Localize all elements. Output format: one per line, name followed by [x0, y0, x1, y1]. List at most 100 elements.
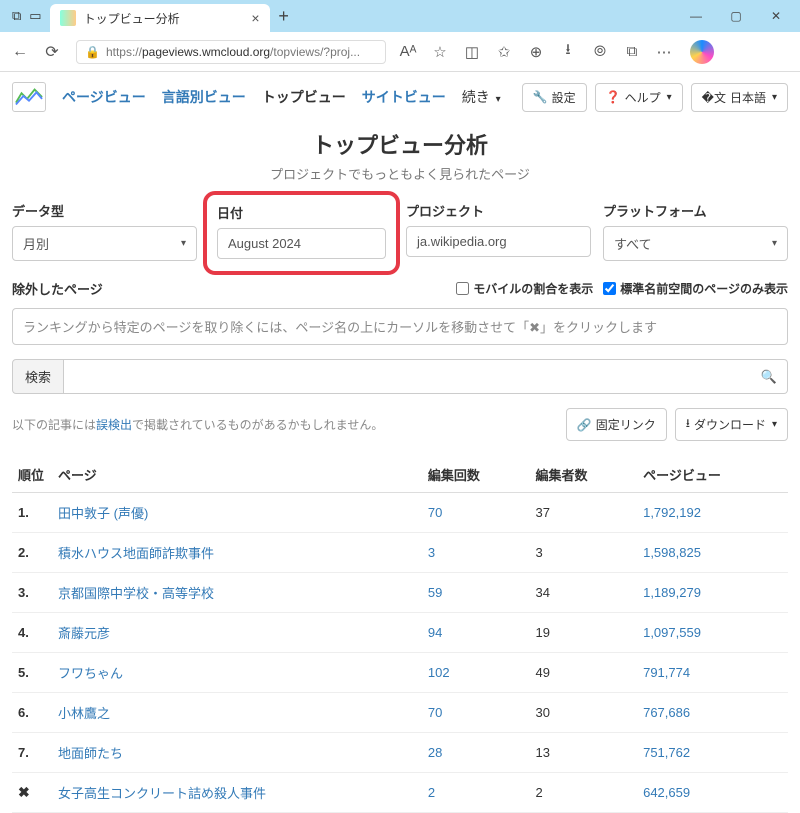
- screenshot-icon[interactable]: ⧉: [622, 43, 642, 60]
- results-table: 順位 ページ 編集回数 編集者数 ページビュー 1.田中敦子 (声優)70371…: [12, 457, 788, 813]
- workspace-icon[interactable]: ⧉: [12, 8, 21, 24]
- extensions-icon[interactable]: ⦾: [590, 43, 610, 60]
- favorites-icon[interactable]: ✩: [494, 43, 514, 61]
- tab-favicon-icon: [60, 10, 76, 26]
- views-link[interactable]: 791,774: [643, 665, 690, 680]
- th-editors[interactable]: 編集者数: [529, 457, 637, 493]
- page-link[interactable]: 田中敦子 (声優): [58, 506, 148, 521]
- nav-refresh-icon[interactable]: ⟳: [40, 42, 64, 62]
- search-icon: 🔍: [761, 369, 777, 385]
- th-page[interactable]: ページ: [52, 457, 422, 493]
- language-button[interactable]: �文日本語▾: [691, 83, 788, 112]
- page-link[interactable]: 斎藤元彦: [58, 626, 110, 641]
- download-icon: ⭳: [686, 414, 690, 435]
- falsepositive-link[interactable]: 誤検出: [96, 418, 132, 432]
- edits-link[interactable]: 3: [428, 545, 435, 560]
- edits-link[interactable]: 70: [428, 705, 442, 720]
- date-label: 日付: [217, 203, 386, 222]
- search-input[interactable]: 🔍: [64, 359, 788, 394]
- views-link[interactable]: 1,598,825: [643, 545, 701, 560]
- views-link[interactable]: 1,792,192: [643, 505, 701, 520]
- table-row: ✖女子高生コンクリート詰め殺人事件22642,659: [12, 773, 788, 813]
- nav-topviews[interactable]: トップビュー: [262, 87, 346, 107]
- nav-back-icon[interactable]: ←: [8, 43, 32, 61]
- platform-select[interactable]: すべて▾: [603, 226, 788, 261]
- edits-link[interactable]: 70: [428, 505, 442, 520]
- question-icon: ❓: [606, 90, 621, 104]
- window-maximize-icon[interactable]: ▢: [716, 0, 756, 32]
- downloads-icon[interactable]: ⭳: [558, 39, 578, 64]
- filter-controls: データ型 月別▾ 日付 August 2024 プロジェクト ja.wikipe…: [12, 201, 788, 265]
- rank-cell: 6.: [12, 693, 52, 733]
- page-link[interactable]: 女子高生コンクリート詰め殺人事件: [58, 786, 266, 801]
- wrench-icon: 🔧: [533, 90, 548, 104]
- mobile-checkbox[interactable]: モバイルの割合を表示: [456, 280, 593, 297]
- copilot-icon[interactable]: [690, 40, 714, 64]
- app-logo-icon[interactable]: [12, 82, 46, 112]
- edits-link[interactable]: 94: [428, 625, 442, 640]
- lock-icon: 🔒: [85, 45, 100, 59]
- edits-link[interactable]: 28: [428, 745, 442, 760]
- project-label: プロジェクト: [406, 201, 591, 220]
- page-link[interactable]: 小林鷹之: [58, 706, 110, 721]
- page-link[interactable]: 積水ハウス地面師詐欺事件: [58, 546, 214, 561]
- rank-cell: 1.: [12, 493, 52, 533]
- page-heading: トップビュー分析 プロジェクトでもっともよく見られたページ: [12, 128, 788, 183]
- views-link[interactable]: 1,097,559: [643, 625, 701, 640]
- new-tab-button[interactable]: +: [270, 6, 298, 27]
- browser-addressbar: ← ⟳ 🔒 https://pageviews.wmcloud.org/topv…: [0, 32, 800, 72]
- page-title: トップビュー分析: [12, 128, 788, 160]
- th-views[interactable]: ページビュー: [637, 457, 788, 493]
- editors-cell: 3: [529, 533, 637, 573]
- help-button[interactable]: ❓ヘルプ▾: [595, 83, 683, 112]
- tab-close-icon[interactable]: ×: [251, 10, 259, 26]
- window-close-icon[interactable]: ✕: [756, 0, 796, 32]
- rank-cell: 2.: [12, 533, 52, 573]
- nav-siteviews[interactable]: サイトビュー: [362, 87, 446, 107]
- page-link[interactable]: 京都国際中学校・高等学校: [58, 586, 214, 601]
- window-minimize-icon[interactable]: —: [676, 0, 716, 32]
- date-input[interactable]: August 2024: [217, 228, 386, 259]
- excluded-label: 除外したページ: [12, 279, 103, 298]
- collections-icon[interactable]: ⊕: [526, 43, 546, 61]
- page-link[interactable]: フワちゃん: [58, 666, 123, 681]
- browser-tab[interactable]: トップビュー分析 ×: [50, 4, 270, 32]
- nav-pageviews[interactable]: ページビュー: [62, 87, 146, 107]
- readaloud-icon[interactable]: Aᴬ: [398, 43, 418, 60]
- table-row: 1. 田中敦子 (声優) 70 37 1,792,192: [12, 493, 788, 533]
- mainspace-checkbox[interactable]: 標準名前空間のページのみ表示: [603, 280, 788, 297]
- chevron-down-icon: ▾: [772, 238, 777, 249]
- edits-link[interactable]: 102: [428, 665, 450, 680]
- views-link[interactable]: 1,189,279: [643, 585, 701, 600]
- th-edits[interactable]: 編集回数: [422, 457, 530, 493]
- reader-icon[interactable]: ◫: [462, 43, 482, 61]
- download-button[interactable]: ⭳ダウンロード▾: [675, 408, 788, 441]
- rank-cell: ✖: [12, 773, 52, 813]
- platform-label: プラットフォーム: [603, 201, 788, 220]
- app-nav: ページビュー 言語別ビュー トップビュー サイトビュー 続き ▾ 🔧設定 ❓ヘル…: [12, 78, 788, 122]
- settings-button[interactable]: 🔧設定: [522, 83, 587, 112]
- url-input[interactable]: 🔒 https://pageviews.wmcloud.org/topviews…: [76, 40, 386, 64]
- views-link[interactable]: 751,762: [643, 745, 690, 760]
- favorite-icon[interactable]: ☆: [430, 43, 450, 61]
- editors-cell: 37: [529, 493, 637, 533]
- menu-icon[interactable]: ⋯: [654, 43, 674, 61]
- edits-link[interactable]: 59: [428, 585, 442, 600]
- rank-cell: 5.: [12, 653, 52, 693]
- rank-cell: 4.: [12, 613, 52, 653]
- permalink-button[interactable]: 🔗固定リンク: [566, 408, 667, 441]
- nav-continue[interactable]: 続き ▾: [462, 87, 501, 107]
- project-input[interactable]: ja.wikipedia.org: [406, 226, 591, 257]
- views-link[interactable]: 642,659: [643, 785, 690, 800]
- datatype-select[interactable]: 月別▾: [12, 226, 197, 261]
- search-button[interactable]: 検索: [12, 359, 64, 394]
- edits-link[interactable]: 2: [428, 785, 435, 800]
- exclude-input[interactable]: ランキングから特定のページを取り除くには、ページ名の上にカーソルを移動させて「✖…: [12, 308, 788, 345]
- page-link[interactable]: 地面師たち: [58, 746, 123, 761]
- nav-langviews[interactable]: 言語別ビュー: [162, 87, 246, 107]
- th-rank[interactable]: 順位: [12, 457, 52, 493]
- table-row: 2. 積水ハウス地面師詐欺事件 3 3 1,598,825: [12, 533, 788, 573]
- editors-cell: 34: [529, 573, 637, 613]
- tabs-icon[interactable]: ▭: [29, 8, 41, 24]
- views-link[interactable]: 767,686: [643, 705, 690, 720]
